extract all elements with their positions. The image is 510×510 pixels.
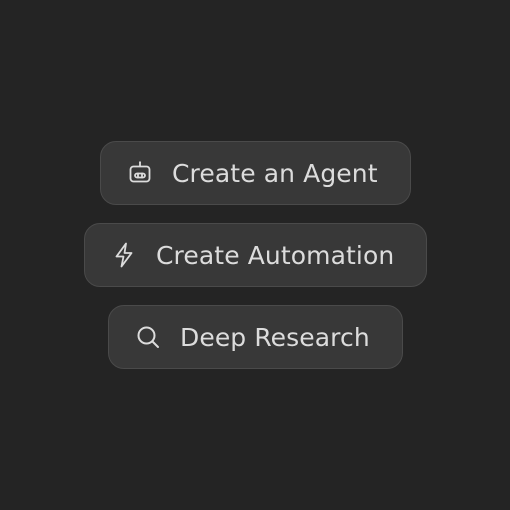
- deep-research-label: Deep Research: [180, 322, 370, 352]
- robot-icon: [126, 159, 154, 187]
- create-agent-button[interactable]: Create an Agent: [100, 141, 411, 205]
- create-automation-button[interactable]: Create Automation: [84, 223, 427, 287]
- search-icon: [134, 323, 162, 351]
- create-agent-label: Create an Agent: [172, 158, 378, 188]
- deep-research-button[interactable]: Deep Research: [108, 305, 403, 369]
- create-automation-label: Create Automation: [156, 240, 395, 270]
- lightning-bolt-icon: [110, 241, 138, 269]
